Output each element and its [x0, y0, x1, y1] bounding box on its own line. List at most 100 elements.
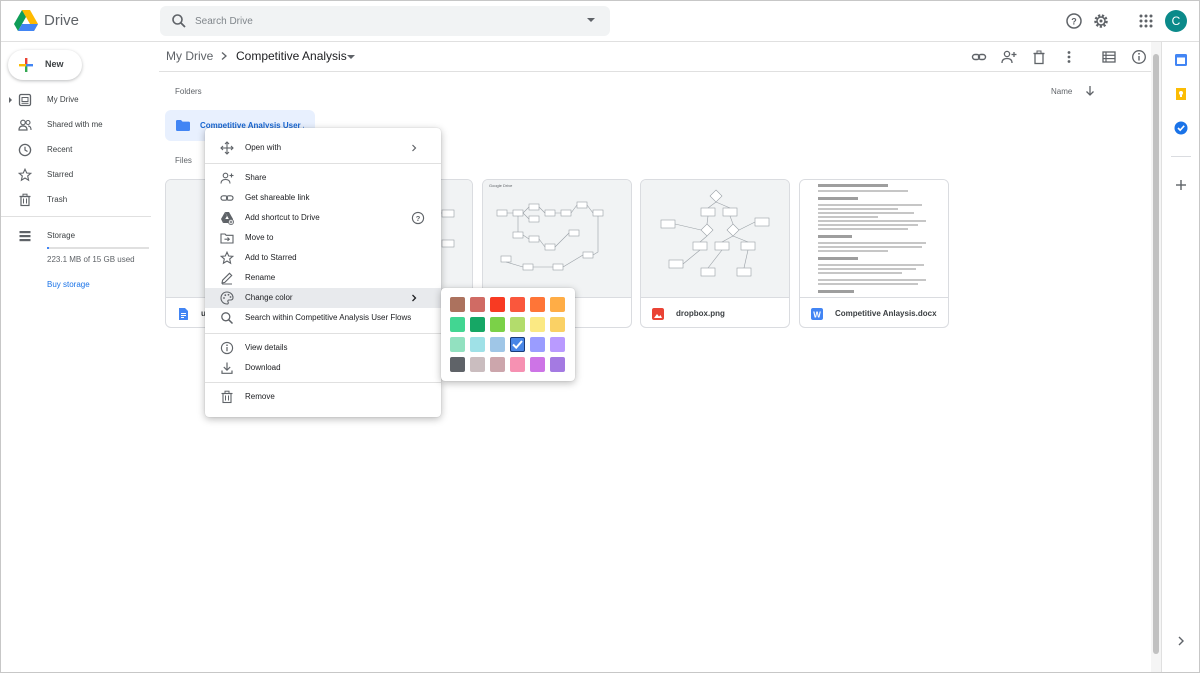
- search-bar[interactable]: [160, 6, 610, 36]
- star-icon: [220, 251, 234, 265]
- breadcrumb-my-drive[interactable]: My Drive: [166, 49, 213, 63]
- trash-icon: [19, 193, 31, 207]
- color-swatch[interactable]: [450, 297, 465, 312]
- menu-item-open-with[interactable]: Open with: [205, 138, 441, 158]
- scrollbar-thumb[interactable]: [1153, 54, 1159, 654]
- doc-preview-line: [818, 257, 858, 260]
- docs-file-icon: [179, 308, 188, 320]
- color-swatch[interactable]: [490, 297, 505, 312]
- color-swatch[interactable]: [550, 297, 565, 312]
- link-icon[interactable]: [971, 49, 987, 65]
- menu-item-rename[interactable]: Rename: [205, 268, 441, 288]
- color-swatch[interactable]: [550, 357, 565, 372]
- drive-window: Drive ? C New My Drive: [0, 0, 1200, 673]
- folders-heading: Folders: [175, 87, 202, 96]
- sidebar-item-trash[interactable]: Trash: [1, 191, 159, 213]
- chevron-right-icon[interactable]: [1174, 634, 1188, 648]
- doc-preview-line: [818, 250, 888, 252]
- color-swatch[interactable]: [530, 297, 545, 312]
- file-name: Competitive Anlaysis.docx: [835, 309, 937, 318]
- doc-preview-line: [818, 268, 916, 270]
- color-swatch[interactable]: [510, 297, 525, 312]
- share-person-icon[interactable]: [1001, 49, 1017, 65]
- folder-icon: [176, 120, 190, 131]
- color-swatch[interactable]: [470, 337, 485, 352]
- menu-item-view-details[interactable]: View details: [205, 338, 441, 358]
- menu-item-get-shareable-link[interactable]: Get shareable link: [205, 188, 441, 208]
- doc-preview-line: [818, 235, 852, 238]
- doc-preview-line: [818, 290, 854, 293]
- tasks-icon[interactable]: [1174, 121, 1188, 135]
- color-swatch[interactable]: [490, 317, 505, 332]
- file-card[interactable]: W Competitive Anlaysis.docx: [799, 179, 949, 328]
- menu-item-add-to-starred[interactable]: Add to Starred: [205, 248, 441, 268]
- add-plus-icon[interactable]: [1174, 178, 1188, 192]
- more-vertical-icon[interactable]: [1061, 49, 1077, 65]
- menu-item-search-within[interactable]: Search within Competitive Analysis User …: [205, 308, 441, 328]
- expand-caret-icon[interactable]: [9, 97, 12, 103]
- new-button[interactable]: New: [8, 50, 82, 80]
- color-swatch[interactable]: [470, 317, 485, 332]
- thumbnail-title: Google Drive: [489, 183, 513, 188]
- clock-icon: [18, 143, 32, 157]
- color-swatch[interactable]: [490, 357, 505, 372]
- color-swatch[interactable]: [510, 317, 525, 332]
- keep-icon[interactable]: [1174, 87, 1188, 101]
- sidebar-item-storage[interactable]: Storage: [1, 227, 159, 249]
- sidebar-item-shared-with-me[interactable]: Shared with me: [1, 116, 159, 138]
- menu-item-download[interactable]: Download: [205, 358, 441, 378]
- doc-preview-line: [818, 246, 922, 248]
- apps-grid-icon[interactable]: [1136, 11, 1156, 31]
- info-icon[interactable]: [1131, 49, 1147, 65]
- color-swatch[interactable]: [530, 357, 545, 372]
- top-bar: Drive ? C: [1, 1, 1199, 42]
- color-swatch[interactable]: [510, 357, 525, 372]
- folder-menu-dropdown[interactable]: [347, 55, 355, 59]
- sidebar-item-recent[interactable]: Recent: [1, 141, 159, 163]
- color-swatch[interactable]: [450, 357, 465, 372]
- context-menu: Open with Share Get shareable link Add s…: [205, 128, 441, 417]
- help-icon[interactable]: ?: [1064, 11, 1084, 31]
- new-button-label: New: [45, 59, 64, 69]
- search-input[interactable]: [195, 13, 555, 29]
- star-icon: [18, 168, 32, 182]
- svg-text:?: ?: [416, 214, 421, 223]
- menu-item-change-color[interactable]: Change color: [205, 288, 441, 308]
- app-name[interactable]: Drive: [44, 12, 79, 29]
- calendar-icon[interactable]: [1174, 53, 1188, 67]
- trash-icon: [221, 390, 233, 404]
- sidebar-item-label: Starred: [47, 170, 74, 179]
- color-swatch[interactable]: [470, 297, 485, 312]
- sidebar-item-starred[interactable]: Starred: [1, 166, 159, 188]
- breadcrumb-current-folder[interactable]: Competitive Analysis: [236, 49, 347, 63]
- menu-item-share[interactable]: Share: [205, 168, 441, 188]
- color-swatch[interactable]: [550, 337, 565, 352]
- color-swatch[interactable]: [450, 317, 465, 332]
- content-scrollbar[interactable]: [1151, 42, 1161, 672]
- color-swatch[interactable]: [490, 337, 505, 352]
- doc-preview-line: [818, 272, 902, 274]
- sort-by-name-button[interactable]: Name: [1051, 87, 1072, 96]
- list-view-icon[interactable]: [1101, 49, 1117, 65]
- color-swatch[interactable]: [530, 317, 545, 332]
- menu-item-remove[interactable]: Remove: [205, 387, 441, 407]
- arrow-down-icon[interactable]: [1085, 85, 1095, 97]
- my-drive-icon: [18, 93, 32, 107]
- color-swatch[interactable]: [450, 337, 465, 352]
- search-options-dropdown[interactable]: [587, 18, 595, 22]
- trash-icon[interactable]: [1031, 49, 1047, 65]
- sidebar-item-my-drive[interactable]: My Drive: [1, 91, 159, 113]
- account-avatar[interactable]: C: [1165, 10, 1187, 32]
- drive-logo-icon[interactable]: [13, 9, 39, 33]
- color-swatch[interactable]: [530, 337, 545, 352]
- settings-gear-icon[interactable]: [1091, 11, 1111, 31]
- buy-storage-link[interactable]: Buy storage: [47, 280, 90, 289]
- color-swatch[interactable]: [550, 317, 565, 332]
- menu-item-move-to[interactable]: Move to: [205, 228, 441, 248]
- color-swatch[interactable]: [470, 357, 485, 372]
- file-card[interactable]: dropbox.png: [640, 179, 790, 328]
- search-icon[interactable]: [171, 13, 187, 29]
- help-icon[interactable]: ?: [411, 211, 425, 225]
- color-swatch-selected[interactable]: [510, 337, 525, 352]
- menu-item-add-shortcut[interactable]: Add shortcut to Drive ?: [205, 208, 441, 228]
